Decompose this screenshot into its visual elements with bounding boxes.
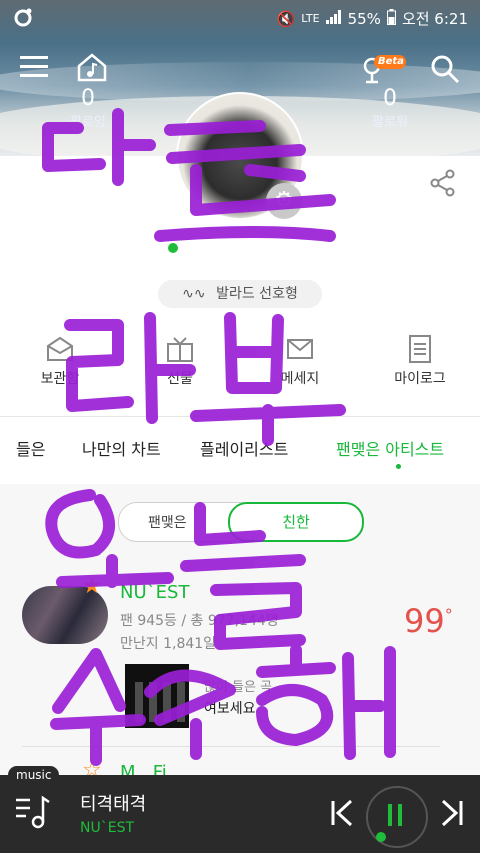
most-played-label: 많이 들은 곡 bbox=[204, 680, 273, 695]
wave-icon: ∿∿ bbox=[182, 286, 206, 302]
toggle-fan[interactable]: 팬맺은 bbox=[148, 512, 187, 532]
temperature-unit: ° bbox=[444, 605, 453, 625]
following-count: 0 bbox=[81, 86, 95, 111]
playlist-icon[interactable] bbox=[14, 794, 50, 834]
battery-icon bbox=[386, 8, 396, 29]
temperature-value: 99 bbox=[404, 602, 445, 640]
menu-mylog[interactable]: 마이로그 bbox=[375, 334, 465, 388]
song-thumbnail[interactable] bbox=[125, 664, 189, 728]
playback-progress-dot[interactable] bbox=[376, 832, 386, 842]
tab-my-chart[interactable]: 나만의 차트 bbox=[82, 436, 161, 460]
menu-message-label: 메세지 bbox=[280, 371, 320, 387]
most-played-title[interactable]: 여보세요 bbox=[204, 698, 256, 718]
row-divider bbox=[22, 746, 440, 747]
mute-icon: 🔇 bbox=[276, 9, 296, 28]
days-since: 만난지 1,841일 bbox=[120, 636, 217, 652]
tab-listened[interactable]: 들은 bbox=[16, 436, 45, 460]
network-type: LTE bbox=[301, 12, 320, 25]
locker-icon bbox=[15, 334, 105, 368]
mylog-icon bbox=[375, 334, 465, 368]
music-chip: music bbox=[8, 766, 60, 784]
menu-locker-label: 보관함 bbox=[40, 371, 80, 387]
gear-icon[interactable]: ⚙ bbox=[266, 183, 302, 219]
tab-fan-artists[interactable]: 팬맺은 아티스트 bbox=[336, 436, 444, 460]
status-bar: 🔇 LTE 55% 오전 6:21 bbox=[0, 0, 480, 34]
next-icon[interactable] bbox=[440, 798, 464, 832]
follower-stat[interactable]: 0 팔로워 bbox=[350, 86, 430, 130]
tab-playlist[interactable]: 플레이리스트 bbox=[200, 436, 288, 460]
quick-menu: 보관함 선물 메세지 마이로그 bbox=[0, 334, 480, 398]
menu-message[interactable]: 메세지 bbox=[255, 334, 345, 388]
follower-count: 0 bbox=[383, 86, 397, 111]
menu-gift-label: 선물 bbox=[167, 371, 193, 387]
home-music-icon[interactable] bbox=[76, 52, 108, 86]
battery-percent: 55% bbox=[347, 9, 381, 28]
gift-icon bbox=[135, 334, 225, 368]
share-icon[interactable] bbox=[428, 168, 458, 202]
mic-beta-icon[interactable]: Beta bbox=[360, 52, 408, 90]
now-playing-artist[interactable]: NU`EST bbox=[80, 820, 134, 836]
genre-tag[interactable]: ∿∿ 발라드 선호형 bbox=[158, 280, 322, 308]
following-stat[interactable]: 0 팔로잉 bbox=[48, 86, 128, 130]
beta-badge: Beta bbox=[378, 56, 404, 67]
genre-tag-label: 발라드 선호형 bbox=[216, 286, 298, 302]
divider bbox=[0, 416, 480, 417]
menu-mylog-label: 마이로그 bbox=[394, 371, 446, 387]
active-tab-indicator bbox=[396, 464, 401, 469]
following-label: 팔로잉 bbox=[70, 115, 106, 130]
scribble-bar bbox=[154, 226, 336, 242]
follower-label: 팔로워 bbox=[372, 115, 408, 130]
fan-rank: 팬 945등 / 총 977,144명 bbox=[120, 613, 279, 629]
app-notification-icon bbox=[12, 6, 34, 32]
profile-tabs: 들은 나만의 차트 플레이리스트 팬맺은 아티스트 bbox=[0, 424, 480, 480]
toggle-close[interactable]: 친한 bbox=[228, 502, 364, 542]
menu-gift[interactable]: 선물 bbox=[135, 334, 225, 388]
signal-icon bbox=[325, 9, 342, 28]
menu-locker[interactable]: 보관함 bbox=[15, 334, 105, 388]
menu-icon[interactable] bbox=[20, 54, 48, 82]
message-icon bbox=[255, 334, 345, 368]
search-icon[interactable] bbox=[430, 54, 460, 88]
now-playing-title[interactable]: 티격태격 bbox=[80, 790, 146, 816]
artist-name[interactable]: NU`EST bbox=[120, 582, 189, 603]
online-dot bbox=[168, 243, 178, 253]
previous-icon[interactable] bbox=[330, 798, 354, 832]
clock: 오전 6:21 bbox=[401, 10, 468, 28]
fan-temperature: 99° bbox=[404, 602, 453, 640]
star-icon: ★ bbox=[82, 574, 102, 599]
